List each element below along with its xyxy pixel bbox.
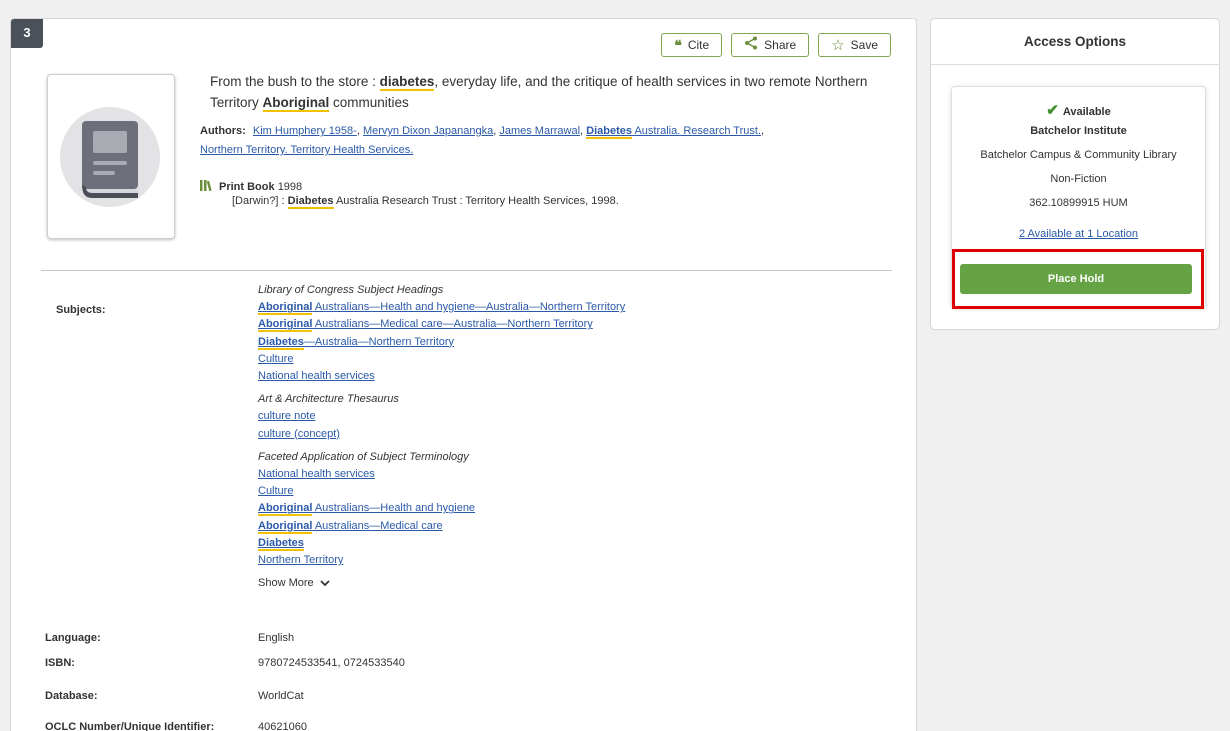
subject-link[interactable]: Aboriginal Australians—Medical care bbox=[258, 518, 443, 535]
subject-group-lcsh: Library of Congress Subject Headings Abo… bbox=[258, 282, 858, 385]
show-more-button[interactable]: Show More bbox=[258, 575, 858, 592]
subject-link[interactable]: Aboriginal Australians—Health and hygien… bbox=[258, 299, 625, 316]
isbn-label: ISBN: bbox=[45, 657, 75, 669]
author-link[interactable]: James Marrawal bbox=[499, 125, 580, 137]
subject-link[interactable]: Culture bbox=[258, 351, 293, 368]
database-label: Database: bbox=[45, 690, 98, 702]
subject-link[interactable]: National health services bbox=[258, 368, 375, 385]
share-button[interactable]: Share bbox=[731, 33, 810, 57]
subject-link[interactable]: National health services bbox=[258, 466, 375, 483]
cite-label: Cite bbox=[687, 38, 710, 52]
format-line: Print Book 1998 bbox=[200, 179, 302, 194]
authors-label: Authors: bbox=[200, 125, 246, 137]
publisher-line: [Darwin?] : Diabetes Australia Research … bbox=[232, 195, 619, 209]
place-hold-highlight-box bbox=[952, 249, 1204, 309]
share-label: Share bbox=[764, 38, 797, 52]
collection-name: Non-Fiction bbox=[1050, 173, 1107, 185]
branch-name: Batchelor Campus & Community Library bbox=[980, 149, 1177, 161]
oclc-value: 40621060 bbox=[258, 721, 307, 731]
publication-year: 1998 bbox=[277, 180, 303, 193]
share-icon bbox=[744, 36, 758, 54]
save-button[interactable]: ☆ Save bbox=[818, 33, 891, 57]
author-link[interactable]: Northern Territory. Territory Health Ser… bbox=[200, 144, 413, 156]
show-more-label: Show More bbox=[258, 577, 314, 590]
isbn-value: 9780724533541, 0724533540 bbox=[258, 657, 405, 669]
book-cover-placeholder[interactable] bbox=[47, 74, 175, 239]
availability-link[interactable]: 2 Available at 1 Location bbox=[1019, 228, 1138, 240]
chevron-down-icon bbox=[320, 575, 330, 592]
subjects-label: Subjects: bbox=[56, 304, 106, 316]
subjects-list: Library of Congress Subject Headings Abo… bbox=[258, 282, 858, 592]
availability-status: ✔ Available bbox=[1046, 102, 1111, 119]
subject-link[interactable]: Culture bbox=[258, 483, 293, 500]
call-number: 362.10899915 HUM bbox=[1029, 197, 1128, 209]
subject-group-fast: Faceted Application of Subject Terminolo… bbox=[258, 449, 858, 569]
checkmark-icon: ✔ bbox=[1046, 102, 1059, 119]
book-stack-icon bbox=[200, 179, 212, 194]
subject-link[interactable]: Northern Territory bbox=[258, 552, 343, 569]
subject-link[interactable]: Diabetes—Australia—Northern Territory bbox=[258, 334, 454, 351]
subject-link[interactable]: Diabetes bbox=[258, 535, 304, 552]
book-placeholder-icon bbox=[60, 107, 160, 207]
subject-link[interactable]: Aboriginal Australians—Health and hygien… bbox=[258, 500, 475, 517]
save-label: Save bbox=[850, 38, 878, 52]
database-value: WorldCat bbox=[258, 690, 304, 702]
access-options-title: Access Options bbox=[931, 19, 1219, 65]
authors-line: Authors: Kim Humphery 1958-, Mervyn Dixo… bbox=[200, 125, 765, 156]
format-label: Print Book bbox=[219, 180, 275, 193]
subject-group-heading: Library of Congress Subject Headings bbox=[258, 284, 444, 296]
star-outline-icon: ☆ bbox=[831, 37, 845, 54]
subject-group-heading: Art & Architecture Thesaurus bbox=[258, 393, 399, 406]
subject-group-heading: Faceted Application of Subject Terminolo… bbox=[258, 450, 469, 463]
institution-name: Batchelor Institute bbox=[1030, 125, 1127, 137]
author-link[interactable]: Diabetes Australia. Research Trust. bbox=[586, 125, 761, 139]
author-link[interactable]: Mervyn Dixon Japanangka bbox=[363, 125, 493, 137]
subject-group-aat: Art & Architecture Thesaurus culture not… bbox=[258, 391, 858, 443]
availability-link-row: 2 Available at 1 Location bbox=[952, 228, 1205, 240]
author-link[interactable]: Kim Humphery 1958- bbox=[253, 125, 357, 137]
result-number-badge: 3 bbox=[11, 19, 43, 48]
language-value: English bbox=[258, 632, 295, 644]
quote-icon: ❝ bbox=[674, 36, 682, 53]
subject-link[interactable]: culture note bbox=[258, 408, 315, 425]
cite-button[interactable]: ❝ Cite bbox=[661, 33, 723, 57]
language-label: Language: bbox=[45, 632, 101, 644]
section-divider bbox=[41, 270, 892, 271]
subject-link[interactable]: Aboriginal Australians—Medical care—Aust… bbox=[258, 316, 593, 333]
record-actions: ❝ Cite Share ☆ Save bbox=[661, 33, 891, 57]
subject-link[interactable]: culture (concept) bbox=[258, 426, 340, 443]
record-title[interactable]: From the bush to the store : diabetes, e… bbox=[210, 71, 890, 113]
oclc-label: OCLC Number/Unique Identifier: bbox=[45, 721, 215, 731]
